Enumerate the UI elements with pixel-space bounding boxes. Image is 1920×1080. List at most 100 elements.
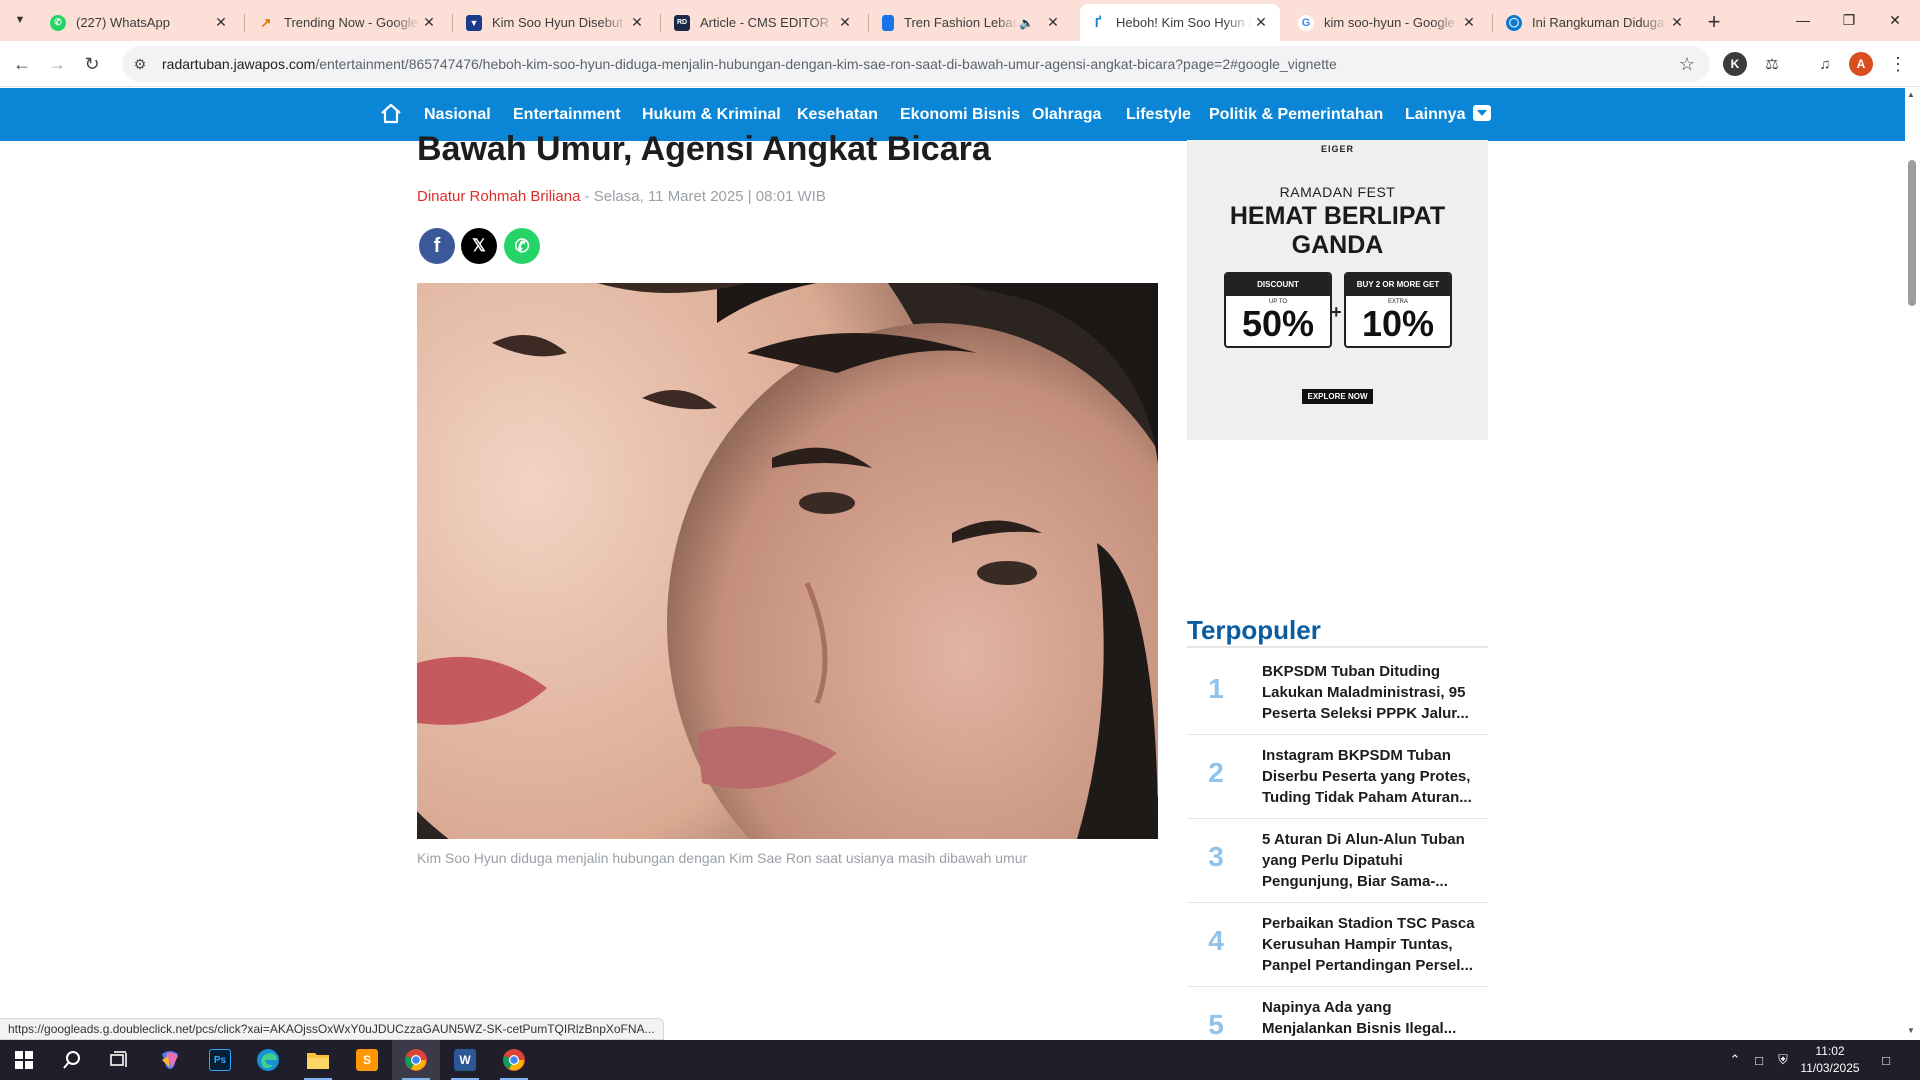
google-icon: G	[1298, 14, 1314, 31]
close-icon[interactable]: ✕	[628, 14, 646, 32]
url-text[interactable]: radartuban.jawapos.com/entertainment/865…	[162, 56, 1672, 72]
popular-item[interactable]: 5 Napinya Ada yang Menjalankan Bisnis Il…	[1187, 987, 1488, 1040]
file-explorer-app[interactable]	[294, 1040, 342, 1080]
speaker-icon[interactable]: 🔈	[1019, 16, 1034, 30]
share-whatsapp-button[interactable]: ✆	[504, 228, 540, 264]
popular-item[interactable]: 2 Instagram BKPSDM Tuban Diserbu Peserta…	[1187, 735, 1488, 819]
nav-olahraga[interactable]: Olahraga	[1032, 88, 1101, 141]
popular-rank: 1	[1208, 673, 1224, 704]
caret-down-icon	[1473, 104, 1492, 121]
forward-button[interactable]: →	[43, 50, 71, 78]
nav-lainnya[interactable]: Lainnya	[1405, 88, 1492, 141]
whatsapp-icon: ✆	[50, 14, 66, 31]
media-control-icon[interactable]: ♫	[1813, 52, 1837, 76]
site-info-icon[interactable]: ⚙	[126, 50, 154, 78]
nav-lifestyle[interactable]: Lifestyle	[1126, 88, 1191, 141]
share-x-button[interactable]: 𝕏	[461, 228, 497, 264]
ad-box-value: 50%	[1241, 303, 1315, 344]
popular-item[interactable]: 4 Perbaikan Stadion TSC Pasca Kerusuhan …	[1187, 903, 1488, 987]
task-view-button[interactable]	[96, 1040, 144, 1080]
search-button[interactable]	[48, 1040, 96, 1080]
reload-button[interactable]: ↻	[78, 50, 106, 78]
start-button[interactable]	[0, 1040, 48, 1080]
extensions-puzzle-icon[interactable]: ⚖	[1760, 52, 1784, 76]
scrollbar-thumb[interactable]	[1908, 160, 1916, 306]
popular-item[interactable]: 3 5 Aturan Di Alun-Alun Tuban yang Perlu…	[1187, 819, 1488, 903]
popular-section-title: Terpopuler	[1187, 615, 1321, 645]
sublime-app[interactable]: S	[343, 1040, 391, 1080]
plus-icon: +	[1707, 9, 1721, 34]
windows-taskbar: Ps S W ⌃ □ ⛨ 11:02 11/03/2025 □	[0, 1040, 1920, 1080]
chrome-app[interactable]	[392, 1040, 440, 1080]
notifications-icon[interactable]: □	[1876, 1050, 1896, 1070]
browser-tab[interactable]: ✆ (227) WhatsApp ✕	[40, 4, 240, 41]
browser-tab[interactable]: Tren Fashion Lebaran 🔈 ✕	[872, 4, 1072, 41]
browser-tab-active[interactable]: Ґ Heboh! Kim Soo Hyun Di ✕	[1080, 4, 1280, 41]
tab-title: Ini Rangkuman Diduga Pe	[1532, 15, 1668, 30]
back-button[interactable]: ←	[8, 50, 36, 78]
close-icon[interactable]: ✕	[1460, 14, 1478, 32]
nav-politik-pemerintahan[interactable]: Politik & Pemerintahan	[1209, 88, 1383, 141]
browser-toolbar: ← → ↻ ⚙ radartuban.jawapos.com/entertain…	[0, 41, 1920, 87]
popular-title[interactable]: BKPSDM Tuban Dituding Lakukan Maladminis…	[1262, 661, 1480, 724]
tab-separator	[1492, 14, 1493, 32]
bookmark-icon	[882, 14, 894, 31]
restore-button[interactable]: ❐	[1826, 0, 1872, 40]
tab-search-button[interactable]: ▼	[8, 8, 32, 32]
chrome-profile-app[interactable]	[490, 1040, 538, 1080]
copilot-app[interactable]	[146, 1040, 194, 1080]
chevron-up-icon[interactable]: ⌃	[1725, 1050, 1745, 1070]
close-icon[interactable]: ✕	[212, 14, 230, 32]
scroll-up-icon[interactable]: ▲	[1907, 90, 1915, 99]
photoshop-icon: Ps	[209, 1049, 231, 1071]
photoshop-app[interactable]: Ps	[196, 1040, 244, 1080]
minimize-icon: —	[1796, 12, 1810, 28]
scroll-down-icon[interactable]: ▼	[1907, 1026, 1915, 1035]
bookmark-star-icon[interactable]: ☆	[1672, 49, 1702, 79]
article-author[interactable]: Dinatur Rohmah Briliana	[417, 188, 580, 205]
close-icon[interactable]: ✕	[1044, 14, 1062, 32]
home-icon[interactable]	[378, 101, 404, 127]
extension-k-icon[interactable]: K	[1723, 52, 1747, 76]
browser-tab[interactable]: RD Article - CMS EDITOR ✕	[664, 4, 864, 41]
popular-title[interactable]: Perbaikan Stadion TSC Pasca Kerusuhan Ha…	[1262, 913, 1480, 976]
address-bar[interactable]: ⚙ radartuban.jawapos.com/entertainment/8…	[122, 46, 1710, 82]
browser-tab[interactable]: ▼ Kim Soo Hyun Disebut Pa ✕	[456, 4, 656, 41]
new-tab-button[interactable]: +	[1700, 8, 1728, 36]
share-facebook-button[interactable]: f	[419, 228, 455, 264]
close-icon[interactable]: ✕	[420, 14, 438, 32]
tab-title: kim soo-hyun - Google Se	[1324, 15, 1460, 30]
search-icon	[63, 1051, 80, 1069]
word-app[interactable]: W	[441, 1040, 489, 1080]
browser-tab[interactable]: ◯ Ini Rangkuman Diduga Pe ✕	[1496, 4, 1696, 41]
more-menu-icon[interactable]: ⋮	[1886, 52, 1910, 76]
close-icon[interactable]: ✕	[1668, 14, 1686, 32]
minimize-button[interactable]: —	[1780, 0, 1826, 40]
tab-separator	[244, 14, 245, 32]
chrome-icon	[405, 1049, 427, 1071]
close-icon[interactable]: ✕	[1252, 14, 1270, 32]
x-icon: 𝕏	[472, 236, 486, 255]
profile-avatar[interactable]: A	[1849, 52, 1873, 76]
shield-icon[interactable]: ⛨	[1773, 1050, 1793, 1070]
browser-tab[interactable]: G kim soo-hyun - Google Se ✕	[1288, 4, 1488, 41]
couple-selfie-photo	[417, 283, 1158, 839]
popular-title[interactable]: 5 Aturan Di Alun-Alun Tuban yang Perlu D…	[1262, 829, 1480, 892]
close-icon[interactable]: ✕	[836, 14, 854, 32]
system-clock[interactable]: 11:02 11/03/2025	[1795, 1043, 1865, 1077]
ad-box-header: DISCOUNT	[1226, 274, 1330, 296]
task-view-icon	[110, 1051, 127, 1067]
tab-separator	[660, 14, 661, 32]
network-icon[interactable]: □	[1749, 1050, 1769, 1070]
status-link-preview: https://googleads.g.doubleclick.net/pcs/…	[0, 1018, 664, 1040]
arrow-right-icon: →	[48, 53, 66, 74]
popular-item[interactable]: 1 BKPSDM Tuban Dituding Lakukan Maladmin…	[1187, 651, 1488, 735]
popular-title[interactable]: Instagram BKPSDM Tuban Diserbu Peserta y…	[1262, 745, 1480, 808]
ad-explore-button[interactable]: EXPLORE NOW	[1302, 389, 1373, 404]
popular-title[interactable]: Napinya Ada yang Menjalankan Bisnis Ileg…	[1262, 997, 1480, 1040]
browser-tab[interactable]: ↗ Trending Now - Google Tr ✕	[248, 4, 448, 41]
sidebar-ad-banner[interactable]: EIGER RAMADAN FEST HEMAT BERLIPAT GANDA …	[1187, 140, 1488, 440]
ad-box-value: 10%	[1361, 303, 1435, 344]
edge-app[interactable]	[244, 1040, 292, 1080]
close-window-button[interactable]: ✕	[1872, 0, 1918, 40]
